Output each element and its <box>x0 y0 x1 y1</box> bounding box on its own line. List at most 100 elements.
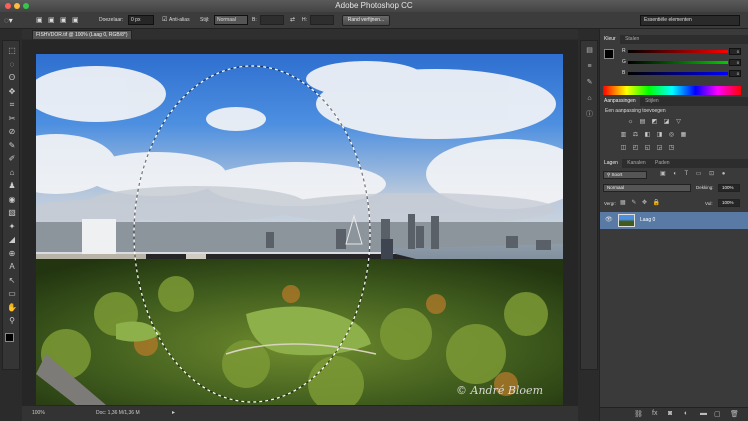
subtract-selection-icon[interactable]: ▣ <box>60 12 67 29</box>
tool-icon[interactable]: A <box>6 261 18 273</box>
adjustment-icon[interactable]: ▽ <box>675 119 682 126</box>
doc-info[interactable]: Doc: 1,36 M/1,36 M <box>96 406 140 421</box>
tool-icon[interactable]: ▧ <box>6 207 18 219</box>
properties-icon[interactable]: ≡ <box>584 61 595 72</box>
brush-icon[interactable]: ✎ <box>584 77 595 88</box>
adjustment-layer-icon[interactable]: ◐ <box>684 410 688 417</box>
tool-icon[interactable]: ◢ <box>6 234 18 246</box>
tab-kleur[interactable]: Kleur <box>600 35 620 44</box>
info-icon[interactable]: ⓘ <box>584 109 595 120</box>
tool-icon[interactable]: ♟ <box>6 180 18 192</box>
new-selection-icon[interactable]: ▣ <box>36 12 43 29</box>
tab-stijlen[interactable]: Stijlen <box>641 97 663 106</box>
tool-icon[interactable]: ⌂ <box>6 167 18 179</box>
trash-icon[interactable]: 🗑 <box>730 410 739 418</box>
zoom-window-button[interactable] <box>23 3 29 9</box>
adjustment-icon[interactable]: ◨ <box>656 132 663 139</box>
filter-icons[interactable]: ▣ ◐ T ▭ ⊡ ● <box>660 170 728 177</box>
style-select[interactable]: Normaal <box>214 15 248 25</box>
height-input[interactable] <box>310 15 334 25</box>
tool-icon[interactable]: ✎ <box>6 140 18 152</box>
channel-value[interactable]: 0 <box>729 48 741 55</box>
adjustment-icon[interactable]: ◲ <box>656 145 663 152</box>
tool-icon[interactable]: ✥ <box>6 86 18 98</box>
blend-mode-select[interactable]: Normaal <box>603 184 691 192</box>
channel-value[interactable]: 0 <box>729 59 741 66</box>
adjustment-icon[interactable]: ☼ <box>627 119 634 126</box>
status-menu-icon[interactable]: ▸ <box>172 406 175 421</box>
adjustment-icon[interactable]: ◳ <box>668 145 675 152</box>
channel-value[interactable]: 0 <box>729 70 741 77</box>
fx-icon[interactable]: fx <box>652 410 657 417</box>
fill-input[interactable]: 100% <box>718 199 740 207</box>
channel-bar[interactable] <box>628 72 728 75</box>
tool-icon[interactable]: ʘ <box>6 72 18 84</box>
channel-g-slider[interactable]: G0 <box>622 59 742 66</box>
antialias-checkbox[interactable]: ☑ <box>162 12 167 29</box>
workspace-select[interactable]: Essentiële elementen <box>640 15 740 26</box>
channel-b-slider[interactable]: B0 <box>622 70 742 77</box>
layer-name[interactable]: Laag 0 <box>640 212 655 229</box>
tool-icon[interactable]: ✋ <box>6 302 18 314</box>
tool-icon[interactable]: ✐ <box>6 153 18 165</box>
channel-r-slider[interactable]: R0 <box>622 48 742 55</box>
tool-icon[interactable]: ⊕ <box>6 248 18 260</box>
color-spectrum[interactable] <box>603 86 741 95</box>
marquee-preset-icon[interactable]: ◌▾ <box>4 12 13 29</box>
zoom-level[interactable]: 100% <box>32 406 45 421</box>
intersect-selection-icon[interactable]: ▣ <box>72 12 79 29</box>
folder-icon[interactable]: ▬ <box>700 410 707 417</box>
eye-icon[interactable]: 👁 <box>605 212 613 229</box>
close-window-button[interactable] <box>5 3 11 9</box>
tool-icon[interactable]: ◌ <box>6 59 18 71</box>
document-tab[interactable]: FISHVDOR.tif @ 100% (Laag 0, RGB/8*) <box>32 30 132 39</box>
adjustment-icon[interactable]: ▦ <box>680 132 687 139</box>
layer-kind-filter[interactable]: ⚲ Soort <box>603 171 647 179</box>
lock-icons[interactable]: ▦ ✎ ✥ 🔒 <box>620 199 662 206</box>
channel-bar[interactable] <box>628 50 728 53</box>
minimize-window-button[interactable] <box>14 3 20 9</box>
width-input[interactable] <box>260 15 284 25</box>
tool-icon[interactable]: ◉ <box>6 194 18 206</box>
tool-icon[interactable]: ✂ <box>6 113 18 125</box>
adjustment-icon[interactable]: ◫ <box>620 145 627 152</box>
tab-lagen[interactable]: Lagen <box>600 159 622 168</box>
channel-bar[interactable] <box>628 61 728 64</box>
tab-stalen[interactable]: Stalen <box>621 35 643 44</box>
foreground-swatch[interactable] <box>604 49 614 59</box>
layer-row[interactable]: 👁 Laag 0 <box>600 212 748 229</box>
adjustment-icon[interactable]: ⚖ <box>632 132 639 139</box>
tool-icon[interactable]: ⌗ <box>6 99 18 111</box>
opacity-input[interactable]: 100% <box>718 184 740 192</box>
refine-edge-button[interactable]: Rand verfijnen... <box>342 15 390 26</box>
tool-icon[interactable]: ↖ <box>6 275 18 287</box>
adjustment-icon[interactable]: ▤ <box>639 119 646 126</box>
adjustment-icon[interactable]: ◎ <box>668 132 675 139</box>
link-icon[interactable]: ⛓ <box>634 410 643 418</box>
tool-icon[interactable]: ⊘ <box>6 126 18 138</box>
adjustment-icon[interactable]: ◩ <box>651 119 658 126</box>
width-label: B: <box>252 17 257 23</box>
mask-icon[interactable]: ◙ <box>668 410 672 417</box>
window-title: Adobe Photoshop CC <box>335 1 413 10</box>
swap-icon[interactable]: ⇄ <box>290 12 295 29</box>
clone-source-icon[interactable]: ⌂ <box>584 93 595 104</box>
tool-icon[interactable]: ▭ <box>6 288 18 300</box>
history-icon[interactable]: ▤ <box>584 45 595 56</box>
tool-icon[interactable]: ⚲ <box>6 315 18 327</box>
adjustment-icon[interactable]: ◧ <box>644 132 651 139</box>
tool-icon[interactable]: ✦ <box>6 221 18 233</box>
tab-paden[interactable]: Paden <box>651 159 673 168</box>
adjustment-icon[interactable]: ◰ <box>632 145 639 152</box>
new-layer-icon[interactable]: ▢ <box>714 410 721 418</box>
add-selection-icon[interactable]: ▣ <box>48 12 55 29</box>
adjustment-icon[interactable]: ◪ <box>663 119 670 126</box>
tab-aanpassingen[interactable]: Aanpassingen <box>600 97 640 106</box>
tab-kanalen[interactable]: Kanalen <box>623 159 649 168</box>
photo-canvas[interactable]: © André Bloem <box>36 54 563 405</box>
foreground-color-swatch[interactable] <box>5 333 14 342</box>
adjustment-icon[interactable]: ◱ <box>644 145 651 152</box>
feather-input[interactable]: 0 px <box>128 15 154 25</box>
tool-icon[interactable]: ⬚ <box>6 45 18 57</box>
adjustment-icon[interactable]: ▥ <box>620 132 627 139</box>
